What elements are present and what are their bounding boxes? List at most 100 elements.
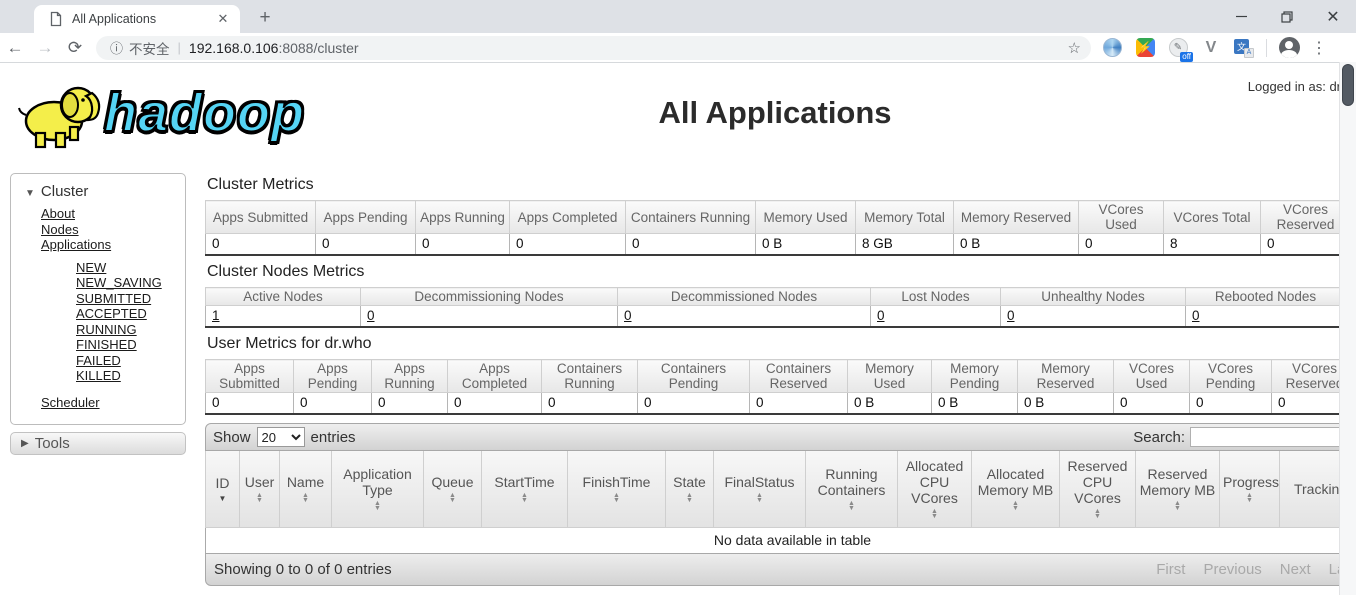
- cluster-nodes-metrics-table: Active Nodes Decommissioning Nodes Decom…: [205, 287, 1345, 328]
- address-bar[interactable]: ⓘ 不安全 | 192.168.0.106 :8088/cluster ☆: [96, 36, 1091, 60]
- col-finalstatus[interactable]: FinalStatus▲▼: [714, 451, 806, 527]
- metric-value: 0: [448, 393, 542, 415]
- metric-value: 0 B: [848, 393, 932, 415]
- applications-table: ID▼ User▲▼ Name▲▼ Application Type▲▼ Que…: [205, 451, 1345, 553]
- metric-value: 8 GB: [856, 234, 954, 256]
- showing-entries-label: Showing 0 to 0 of 0 entries: [214, 561, 392, 578]
- browser-menu-icon[interactable]: ⋮: [1311, 38, 1327, 58]
- pagination-first[interactable]: First: [1147, 557, 1194, 582]
- pagination-previous[interactable]: Previous: [1194, 557, 1270, 582]
- table-row: Active Nodes Decommissioning Nodes Decom…: [206, 288, 1346, 306]
- bookmark-star-icon[interactable]: ☆: [1068, 39, 1081, 57]
- browser-navbar: ← → ⟳ ⓘ 不安全 | 192.168.0.106 :8088/cluste…: [0, 33, 1356, 63]
- col-finishtime[interactable]: FinishTime▲▼: [568, 451, 666, 527]
- metric-value: 0: [750, 393, 848, 415]
- search-input[interactable]: [1190, 427, 1340, 447]
- sidebar-item-new-saving[interactable]: NEW_SAVING: [76, 275, 185, 291]
- minimize-button[interactable]: [1218, 0, 1264, 33]
- col-queue[interactable]: Queue▲▼: [424, 451, 482, 527]
- col-reserved-cpu-vcores[interactable]: Reserved CPU VCores▲▼: [1060, 451, 1136, 527]
- sidebar-item-nodes[interactable]: Nodes: [41, 222, 185, 238]
- back-icon[interactable]: ←: [0, 38, 30, 58]
- info-icon[interactable]: ⓘ: [110, 38, 123, 57]
- sidebar-item-finished[interactable]: FINISHED: [76, 337, 185, 353]
- close-button[interactable]: ✕: [1310, 0, 1356, 33]
- sort-icon: ▲▼: [571, 493, 662, 504]
- col-running-containers[interactable]: Running Containers▲▼: [806, 451, 898, 527]
- extension-off-icon[interactable]: ✎ off: [1167, 37, 1189, 59]
- col-header: Apps Submitted: [206, 201, 316, 234]
- sidebar-item-about[interactable]: About: [41, 206, 185, 222]
- browser-tab[interactable]: All Applications ✕: [34, 5, 240, 33]
- col-header: Apps Running: [416, 201, 510, 234]
- col-header: Memory Used: [756, 201, 856, 234]
- col-header: Lost Nodes: [871, 288, 1001, 306]
- unhealthy-nodes-link[interactable]: 0: [1007, 308, 1015, 323]
- metric-value: 0: [206, 234, 316, 256]
- col-header: Rebooted Nodes: [1186, 288, 1346, 306]
- metric-value: 0: [294, 393, 372, 415]
- user-metrics-table: Apps Submitted Apps Pending Apps Running…: [205, 359, 1345, 415]
- metric-value: 0: [638, 393, 750, 415]
- col-application-type[interactable]: Application Type▲▼: [332, 451, 424, 527]
- cluster-metrics-title: Cluster Metrics: [207, 176, 1345, 194]
- col-allocated-memory-mb[interactable]: Allocated Memory MB▲▼: [972, 451, 1060, 527]
- forward-icon[interactable]: →: [30, 38, 60, 58]
- col-progress[interactable]: Progress▲▼: [1220, 451, 1280, 527]
- metric-value: 0: [206, 393, 294, 415]
- col-tracking-ui[interactable]: Tracking UI: [1280, 451, 1346, 527]
- col-header: VCores Pending: [1190, 360, 1272, 393]
- rebooted-nodes-link[interactable]: 0: [1192, 308, 1200, 323]
- col-header: Apps Pending: [316, 201, 416, 234]
- sort-icon: ▲▼: [717, 493, 802, 504]
- empty-table-message: No data available in table: [206, 527, 1346, 553]
- metric-value: 0: [372, 393, 448, 415]
- restore-button[interactable]: [1264, 0, 1310, 33]
- reload-icon[interactable]: ⟳: [60, 38, 90, 58]
- col-header: Memory Pending: [932, 360, 1018, 393]
- col-allocated-cpu-vcores[interactable]: Allocated CPU VCores▲▼: [898, 451, 972, 527]
- page-size-select[interactable]: 20: [257, 427, 305, 447]
- col-id[interactable]: ID▼: [206, 451, 240, 527]
- col-header: Apps Completed: [510, 201, 626, 234]
- col-user[interactable]: User▲▼: [240, 451, 280, 527]
- col-header: Memory Reserved: [954, 201, 1079, 234]
- sidebar-item-applications[interactable]: Applications: [41, 237, 185, 253]
- sidebar-item-scheduler[interactable]: Scheduler: [41, 395, 185, 411]
- lost-nodes-link[interactable]: 0: [877, 308, 885, 323]
- sidebar-item-failed[interactable]: FAILED: [76, 353, 185, 369]
- tab-close-icon[interactable]: ✕: [214, 10, 232, 28]
- sidebar-item-submitted[interactable]: SUBMITTED: [76, 291, 185, 307]
- sort-icon: ▲▼: [809, 501, 894, 512]
- sidebar-item-new[interactable]: NEW: [76, 260, 185, 276]
- sort-icon: ▲▼: [901, 509, 968, 520]
- col-state[interactable]: State▲▼: [666, 451, 714, 527]
- col-header: Containers Running: [626, 201, 756, 234]
- decommissioned-nodes-link[interactable]: 0: [624, 308, 632, 323]
- table-row: Apps Submitted Apps Pending Apps Running…: [206, 360, 1346, 393]
- metric-value: 0 B: [1018, 393, 1114, 415]
- extension-v-icon[interactable]: V: [1200, 37, 1222, 59]
- decommissioning-nodes-link[interactable]: 0: [367, 308, 375, 323]
- translate-icon[interactable]: 文 A: [1233, 37, 1255, 59]
- sort-desc-icon: ▼: [209, 494, 236, 503]
- new-tab-button[interactable]: +: [252, 6, 278, 32]
- show-label: Show: [213, 429, 251, 446]
- vertical-scrollbar[interactable]: [1339, 62, 1356, 595]
- col-name[interactable]: Name▲▼: [280, 451, 332, 527]
- col-starttime[interactable]: StartTime▲▼: [482, 451, 568, 527]
- scrollbar-thumb[interactable]: [1342, 64, 1354, 106]
- sidebar-item-running[interactable]: RUNNING: [76, 322, 185, 338]
- cluster-menu-header[interactable]: ▼Cluster: [11, 180, 185, 206]
- tools-menu-header[interactable]: ▶Tools: [10, 432, 186, 455]
- extension-swirl-icon[interactable]: [1101, 37, 1123, 59]
- profile-avatar[interactable]: [1278, 37, 1300, 59]
- extension-lightning-icon[interactable]: ⚡: [1134, 37, 1156, 59]
- sidebar-item-accepted[interactable]: ACCEPTED: [76, 306, 185, 322]
- pagination-next[interactable]: Next: [1271, 557, 1320, 582]
- active-nodes-link[interactable]: 1: [212, 308, 220, 323]
- table-toolbar: Show 20 entries Search:: [205, 423, 1345, 451]
- page-content: Logged in as: dr hadoop All Applications…: [0, 63, 1356, 595]
- sidebar-item-killed[interactable]: KILLED: [76, 368, 185, 384]
- col-reserved-memory-mb[interactable]: Reserved Memory MB▲▼: [1136, 451, 1220, 527]
